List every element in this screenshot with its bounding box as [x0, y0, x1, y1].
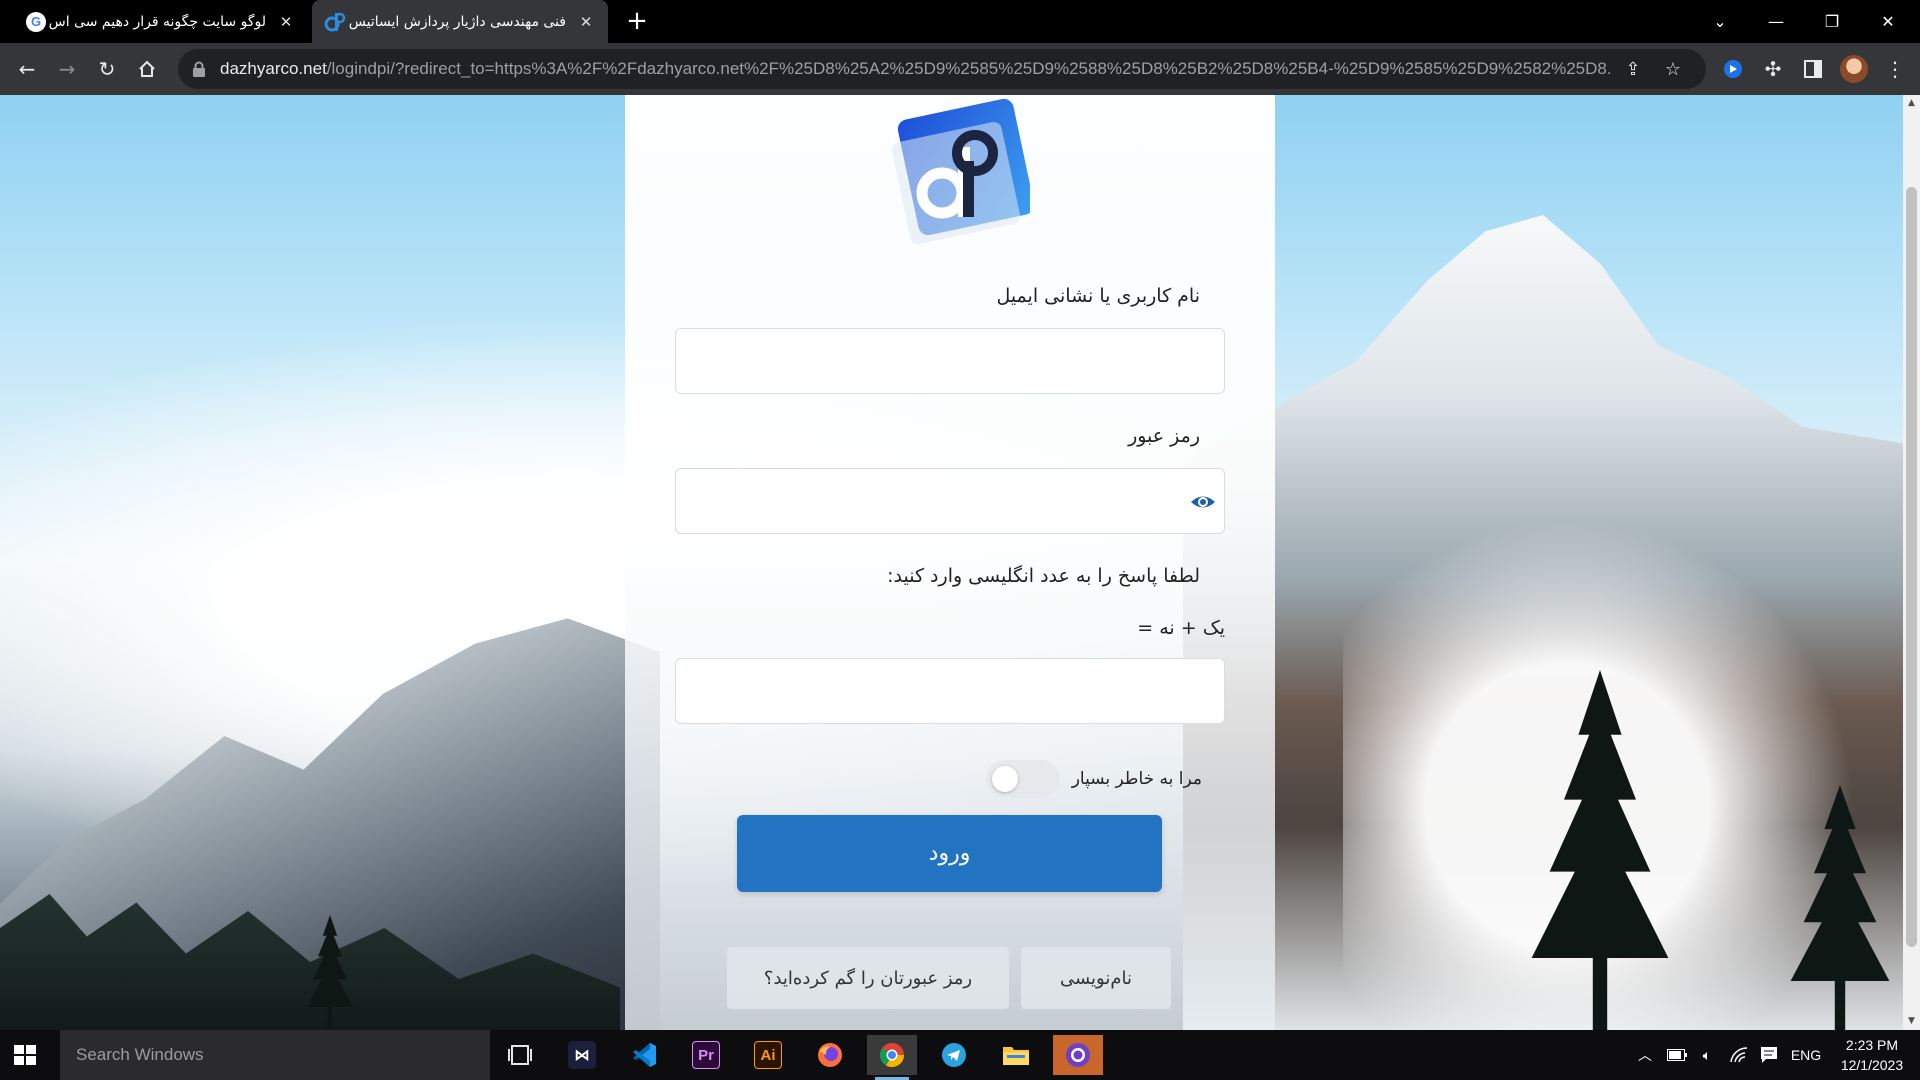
- captcha-answer-field[interactable]: [675, 658, 1225, 724]
- tab-title: فنی مهندسی داژیار پردازش ایساتیس: [348, 13, 566, 30]
- notification-icon[interactable]: [1754, 1030, 1784, 1080]
- telegram-icon[interactable]: [929, 1035, 979, 1075]
- task-view-icon[interactable]: [495, 1035, 545, 1075]
- close-tab-icon[interactable]: ✕: [576, 13, 596, 31]
- url-text: dazhyarco.net/logindpi/?redirect_to=http…: [220, 59, 1610, 78]
- windows-start-icon[interactable]: [10, 1040, 40, 1070]
- page-scrollbar[interactable]: ▲ ▼: [1903, 95, 1920, 1030]
- login-button[interactable]: ورود: [737, 815, 1162, 892]
- forward-icon[interactable]: →: [52, 54, 82, 84]
- volume-icon[interactable]: 🔈︎: [1692, 1030, 1722, 1080]
- home-icon[interactable]: [132, 54, 162, 84]
- reload-icon[interactable]: ↻: [92, 54, 122, 84]
- wifi-icon[interactable]: [1724, 1030, 1754, 1080]
- restore-button[interactable]: ❐: [1804, 0, 1860, 43]
- captcha-question: یک + نه =: [1137, 617, 1225, 639]
- chrome-icon[interactable]: [867, 1035, 917, 1080]
- password-field[interactable]: [675, 468, 1225, 534]
- clock-date: 12/1/2023: [1840, 1057, 1904, 1073]
- login-card: نام کاربری یا نشانی ایمیل رمز عبور لطفا …: [625, 95, 1275, 1030]
- close-tab-icon[interactable]: ✕: [276, 13, 296, 31]
- illustrator-icon[interactable]: Ai: [743, 1035, 793, 1075]
- menu-kebab-icon[interactable]: ⋮: [1880, 54, 1910, 84]
- clock-time: 2:23 PM: [1845, 1037, 1899, 1053]
- battery-icon[interactable]: [1662, 1030, 1692, 1080]
- extension-blue-icon[interactable]: [1718, 54, 1748, 84]
- site-logo: [891, 98, 1030, 245]
- lock-icon: [193, 61, 205, 77]
- taskbar-search-input[interactable]: Search Windows: [60, 1030, 490, 1080]
- browser-toolbar: ← → ↻ dazhyarco.net/logindpi/?redirect_t…: [0, 43, 1920, 95]
- browser-tab-bar: G لوگو سایت چگونه قرار دهیم سی اس ✕ فنی …: [0, 0, 1920, 43]
- address-bar[interactable]: dazhyarco.net/logindpi/?redirect_to=http…: [178, 49, 1706, 89]
- new-tab-button[interactable]: +: [622, 6, 652, 36]
- visual-studio-icon[interactable]: ⋈: [557, 1035, 607, 1075]
- taskbar-clock[interactable]: 2:23 PM 12/1/2023: [1832, 1035, 1912, 1075]
- show-password-eye-icon[interactable]: [1190, 491, 1216, 513]
- github-desktop-icon[interactable]: [1053, 1035, 1103, 1075]
- vscode-icon[interactable]: [619, 1035, 669, 1075]
- close-window-button[interactable]: ✕: [1860, 0, 1916, 43]
- windows-taskbar: Search Windows ⋈ Pr Ai ︿ 🔈︎ ENG 2:23 PM: [0, 1030, 1920, 1080]
- tray-overflow-chevron-icon[interactable]: ︿: [1630, 1030, 1660, 1080]
- share-icon[interactable]: ⇪: [1618, 54, 1648, 84]
- username-label: نام کاربری یا نشانی ایمیل: [996, 285, 1200, 307]
- scroll-down-arrow[interactable]: ▼: [1903, 1013, 1920, 1030]
- scroll-thumb[interactable]: [1906, 187, 1917, 947]
- bookmark-star-icon[interactable]: ☆: [1658, 54, 1688, 84]
- remember-me-toggle[interactable]: [985, 760, 1060, 798]
- remember-me-label: مرا به خاطر بسپار: [1071, 769, 1202, 789]
- language-indicator[interactable]: ENG: [1786, 1030, 1826, 1080]
- dp-logo-icon: [324, 11, 346, 33]
- remember-me-row: مرا به خاطر بسپار: [985, 760, 1202, 798]
- captcha-prompt: لطفا پاسخ را به عدد انگلیسی وارد کنید:: [887, 565, 1200, 587]
- file-explorer-icon[interactable]: [991, 1035, 1041, 1075]
- tab-logo-article[interactable]: G لوگو سایت چگونه قرار دهیم سی اس ✕: [14, 0, 308, 43]
- tab-dazhyar-login[interactable]: فنی مهندسی داژیار پردازش ایساتیس ✕: [312, 0, 608, 43]
- lost-password-link[interactable]: رمز عبورتان را گم کرده‌اید؟: [727, 947, 1009, 1009]
- firefox-icon[interactable]: [805, 1035, 855, 1075]
- tab-title: لوگو سایت چگونه قرار دهیم سی اس: [48, 13, 266, 30]
- premiere-pro-icon[interactable]: Pr: [681, 1035, 731, 1075]
- password-label: رمز عبور: [1128, 425, 1200, 447]
- extensions-puzzle-icon[interactable]: ✣: [1758, 54, 1788, 84]
- google-icon: G: [26, 11, 46, 32]
- side-panel-icon[interactable]: [1798, 54, 1828, 84]
- scroll-up-arrow[interactable]: ▲: [1903, 95, 1920, 112]
- register-link[interactable]: نام‌نویسی: [1021, 947, 1171, 1009]
- tab-search-icon[interactable]: ⌄: [1692, 0, 1748, 43]
- minimize-button[interactable]: —: [1748, 0, 1804, 43]
- username-field[interactable]: [675, 328, 1225, 394]
- profile-avatar[interactable]: [1840, 55, 1868, 83]
- back-icon[interactable]: ←: [12, 54, 42, 84]
- toggle-knob: [991, 766, 1018, 792]
